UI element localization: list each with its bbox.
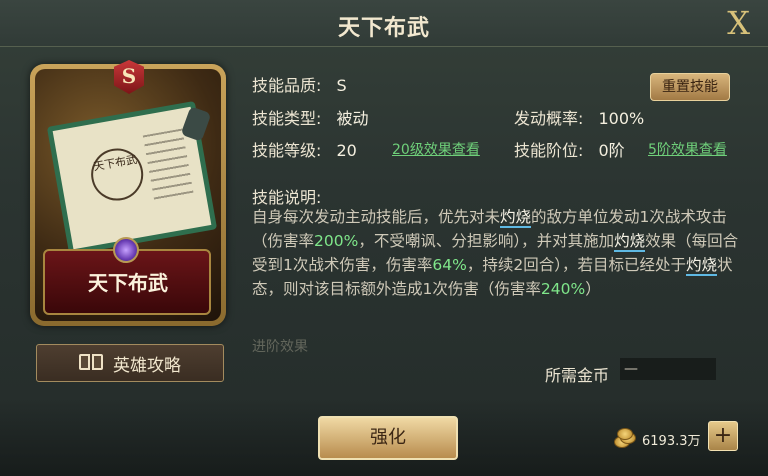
desc-text: ，不受嘲讽、分担影响），并对其施加 [358,232,615,250]
gem-icon [113,237,139,263]
desc-text: ） [585,280,601,298]
book-icon [79,354,103,372]
type-row: 技能类型: 被动 [252,105,369,129]
hero-guide-button[interactable]: 英雄攻略 [36,344,224,382]
reset-skill-button[interactable]: 重置技能 [650,73,730,101]
panel-title: 天下布武 [337,16,430,41]
tier-value: 0阶 [598,141,625,160]
card-skill-name: 天下布武 [88,271,168,295]
cost-label: 所需金币 [545,366,610,385]
quality-label: 技能品质: [252,76,322,95]
skill-card-art: 天下布武 天下布武 [35,69,221,321]
keyword-burn[interactable]: 灼烧 [500,208,532,228]
add-gold-button[interactable]: + [708,421,738,451]
skill-card: 天下布武 天下布武 S [30,60,226,326]
cost-value: — [620,358,716,380]
tier-effect-link[interactable]: 5阶效果查看 [648,139,727,159]
tier-row: 技能阶位: 0阶 [514,137,625,161]
strengthen-button[interactable]: 强化 [318,416,458,460]
title-bar: 天下布武 X [0,0,768,47]
calligraphy-lines [142,128,195,205]
seal-stamp: 天下布武 [87,144,148,205]
prob-row: 发动概率: 100% [514,105,644,129]
level-label: 技能等级: [252,141,322,160]
gold-coin-icon [614,428,636,448]
desc-text: 自身每次发动主动技能后，优先对未 [252,208,501,226]
quality-row: 技能品质: S [252,72,347,96]
type-label: 技能类型: [252,109,322,128]
hero-guide-label: 英雄攻略 [113,355,181,376]
advance-section-title: 进阶效果 [252,339,308,355]
level-value: 20 [336,141,357,160]
quality-value: S [336,76,347,95]
prob-value: 100% [598,109,645,128]
gold-amount: 6193.3万 [642,434,701,449]
tier-label: 技能阶位: [514,141,584,160]
prob-label: 发动概率: [514,109,584,128]
type-value: 被动 [336,109,369,128]
keyword-burn[interactable]: 灼烧 [614,232,646,252]
keyword-burn[interactable]: 灼烧 [685,256,717,276]
damage-rate: 64% [432,256,467,274]
damage-rate: 200% [314,232,359,250]
damage-rate: 240% [540,280,586,298]
close-icon[interactable]: X [727,4,750,42]
level-row: 技能等级: 20 [252,137,357,161]
level-effect-link[interactable]: 20级效果查看 [392,139,480,159]
desc-text: ，持续2回合），若目标已经处于 [466,256,686,274]
skill-description: 自身每次发动主动技能后，优先对未灼烧的敌方单位发动1次战术攻击（伤害率200%，… [252,205,742,301]
